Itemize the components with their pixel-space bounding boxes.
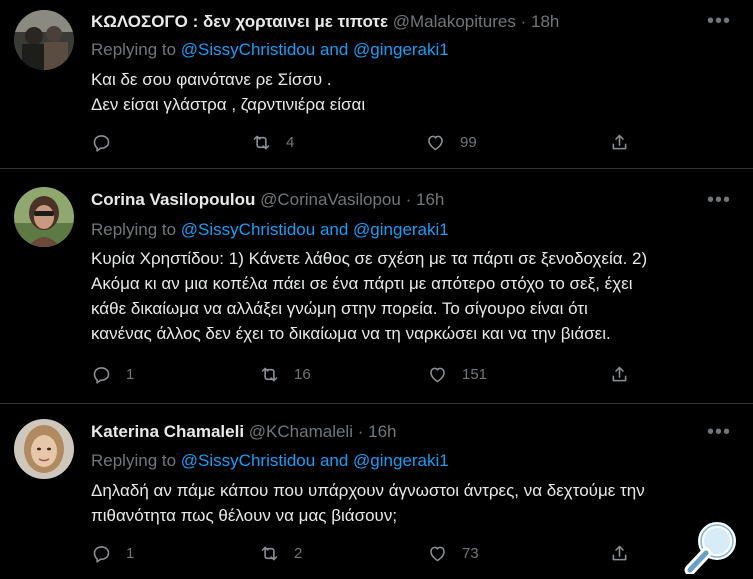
share-icon	[612, 134, 627, 150]
replying-to: Replying to @SissyChristidou and @ginger…	[91, 39, 449, 61]
reply-mention[interactable]: @SissyChristidou	[181, 451, 315, 470]
tweet[interactable]: Corina Vasilopoulou @CorinaVasilopou · 1…	[0, 169, 753, 403]
retweet-count: 2	[294, 545, 303, 562]
tweet-header: Corina Vasilopoulou @CorinaVasilopou · 1…	[91, 189, 444, 211]
tweet-text-line: Δηλαδή αν πάμε κάπου που υπάρχουν άγνωστ…	[91, 481, 645, 500]
timestamp[interactable]: 16h	[416, 190, 444, 209]
avatar[interactable]	[14, 419, 74, 479]
share-icon	[612, 545, 627, 561]
tweet-text-line: Δεν είσαι γλάστρα , ζαρντινιέρα είσαι	[91, 95, 366, 114]
avatar[interactable]	[14, 187, 74, 247]
replying-to-label: Replying to	[91, 451, 177, 470]
tweet-text: Δηλαδή αν πάμε κάπου που υπάρχουν άγνωστ…	[91, 478, 731, 528]
retweet-icon	[261, 367, 278, 382]
tweet-text-line: Ακόμα κι αν μια κοπέλα πάει σε ένα πάρτι…	[91, 274, 633, 293]
like-button[interactable]: 73	[427, 543, 479, 564]
reply-button[interactable]	[91, 132, 126, 153]
retweet-icon	[261, 546, 278, 561]
share-button[interactable]	[609, 543, 630, 564]
more-icon[interactable]: •••	[707, 190, 731, 210]
tweet-header: Katerina Chamaleli @KChamaleli · 16h	[91, 421, 397, 443]
display-name[interactable]: Corina Vasilopoulou	[91, 190, 255, 209]
reply-mention[interactable]: @SissyChristidou	[181, 40, 315, 59]
separator-dot: ·	[357, 422, 364, 441]
like-count: 151	[462, 366, 488, 383]
action-bar: 1 16 151	[91, 364, 651, 388]
user-handle[interactable]: @CorinaVasilopou	[260, 190, 401, 209]
retweet-count: 4	[286, 134, 295, 151]
reply-mention[interactable]: @gingeraki1	[353, 40, 449, 59]
more-icon[interactable]: •••	[707, 11, 731, 31]
retweet-icon	[253, 135, 270, 150]
reply-mention[interactable]: @gingeraki1	[353, 451, 449, 470]
tweet-text-line: Και δε σου φαινότανε ρε Σίσσυ .	[91, 70, 332, 89]
separator-dot: ·	[520, 12, 527, 31]
display-name[interactable]: ΚΩΛΟΣΟΓΟ : δεν χορταινει με τιποτε	[91, 12, 388, 31]
action-bar: 4 99	[91, 132, 651, 156]
retweet-button[interactable]: 16	[259, 364, 311, 385]
share-button[interactable]	[609, 132, 630, 153]
action-bar: 1 2 73	[91, 543, 651, 567]
reply-icon	[93, 546, 110, 563]
tweet-text: Κυρία Χρηστίδου: 1) Κάνετε λάθος σε σχέσ…	[91, 246, 731, 346]
heart-icon	[428, 135, 443, 151]
reply-count: 1	[126, 545, 135, 562]
replying-to-label: Replying to	[91, 40, 177, 59]
user-handle[interactable]: @Malakopitures	[393, 12, 516, 31]
reply-and: and	[319, 220, 349, 239]
reply-count: 1	[126, 366, 135, 383]
heart-icon	[430, 367, 445, 383]
tweet-text-line: Κυρία Χρηστίδου: 1) Κάνετε λάθος σε σχέσ…	[91, 249, 648, 268]
retweet-button[interactable]: 4	[251, 132, 294, 153]
reply-and: and	[319, 451, 349, 470]
tweet-text-line: κάθε δικαίωμα να αλλάξει γνώμη στην πορε…	[91, 299, 588, 318]
heart-icon	[430, 546, 445, 562]
replying-to: Replying to @SissyChristidou and @ginger…	[91, 450, 449, 472]
reply-button[interactable]: 1	[91, 364, 134, 385]
retweet-button[interactable]: 2	[259, 543, 302, 564]
reply-mention[interactable]: @SissyChristidou	[181, 220, 315, 239]
more-icon[interactable]: •••	[707, 422, 731, 442]
display-name[interactable]: Katerina Chamaleli	[91, 422, 244, 441]
like-count: 73	[462, 545, 479, 562]
tweet-text-line: κανένας άλλος δεν έχει το δικαίωμα να τη…	[91, 324, 611, 343]
magnifier-icon[interactable]	[684, 520, 742, 578]
reply-and: and	[319, 40, 349, 59]
share-icon	[612, 366, 627, 382]
reply-mention[interactable]: @gingeraki1	[353, 220, 449, 239]
tweet-header: ΚΩΛΟΣΟΓΟ : δεν χορταινει με τιποτε @Mala…	[91, 11, 559, 33]
tweet[interactable]: ΚΩΛΟΣΟΓΟ : δεν χορταινει με τιποτε @Mala…	[0, 0, 753, 168]
separator-dot: ·	[405, 190, 412, 209]
reply-icon	[93, 367, 110, 384]
timestamp[interactable]: 18h	[531, 12, 559, 31]
retweet-count: 16	[294, 366, 311, 383]
tweet[interactable]: Katerina Chamaleli @KChamaleli · 16h •••…	[0, 404, 753, 574]
user-handle[interactable]: @KChamaleli	[249, 422, 353, 441]
like-button[interactable]: 99	[425, 132, 477, 153]
reply-icon	[93, 135, 110, 152]
reply-button[interactable]: 1	[91, 543, 134, 564]
timestamp[interactable]: 16h	[368, 422, 396, 441]
share-button[interactable]	[609, 364, 630, 385]
tweet-text: Και δε σου φαινότανε ρε Σίσσυ . Δεν είσα…	[91, 67, 731, 117]
like-count: 99	[460, 134, 477, 151]
replying-to: Replying to @SissyChristidou and @ginger…	[91, 219, 449, 241]
tweet-text-line: πιθανότητα πως θέλουν να μας βιάσουν;	[91, 506, 398, 525]
avatar[interactable]	[14, 10, 74, 70]
like-button[interactable]: 151	[427, 364, 487, 385]
replying-to-label: Replying to	[91, 220, 177, 239]
